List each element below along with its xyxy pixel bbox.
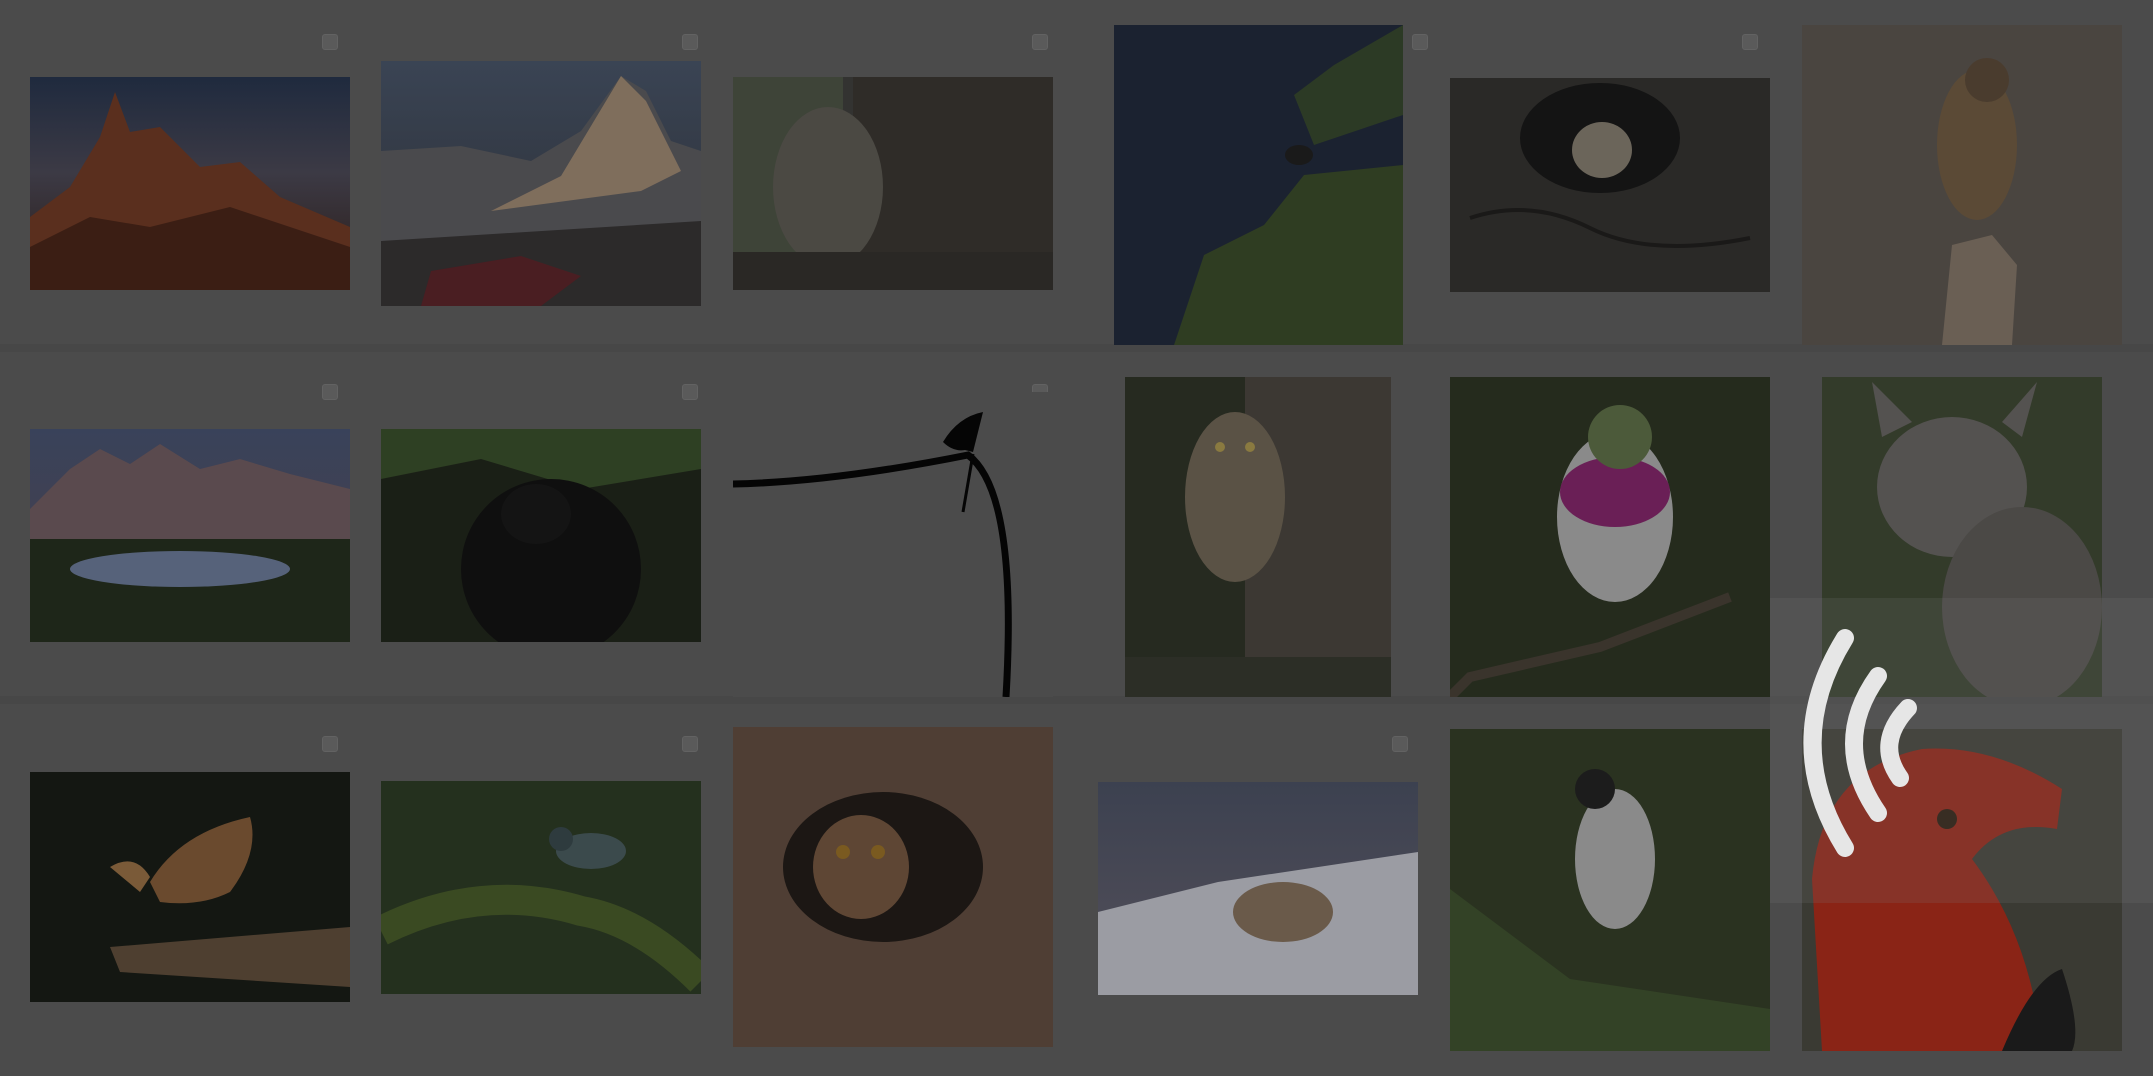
gallery-cell-13[interactable] (0, 704, 362, 1076)
photo-hummingbird[interactable] (1450, 377, 1770, 697)
gallery-cell-11[interactable] (1442, 352, 1802, 697)
gallery-cell-6[interactable] (1802, 0, 2153, 345)
select-checkbox[interactable] (1742, 34, 1758, 50)
gallery-cell-8[interactable] (362, 352, 722, 696)
select-checkbox[interactable] (1032, 34, 1048, 50)
select-checkbox[interactable] (322, 384, 338, 400)
photo-bird-spreading-wings[interactable] (30, 772, 350, 1002)
photo-bird-on-conifer[interactable] (1114, 25, 1403, 345)
photo-black-bear[interactable] (381, 429, 701, 642)
select-checkbox[interactable] (322, 736, 338, 752)
select-checkbox[interactable] (322, 34, 338, 50)
cast-signal-icon[interactable] (1770, 628, 1920, 858)
select-checkbox[interactable] (682, 736, 698, 752)
photo-warbler-on-pine[interactable] (1450, 729, 1770, 1051)
gallery-cell-5[interactable] (1442, 0, 1802, 344)
photo-screech-owl[interactable] (1125, 377, 1391, 697)
photo-rocky-peak[interactable] (381, 61, 701, 306)
photo-owl-in-bark-cavity[interactable] (733, 727, 1053, 1047)
gallery-cell-16[interactable] (1082, 704, 1442, 1076)
photo-owl-in-tree-hole[interactable] (1450, 78, 1770, 292)
gallery-cell-7[interactable] (0, 352, 362, 696)
photo-animal-in-snow[interactable] (1098, 782, 1418, 995)
photo-mountain-sunset[interactable] (30, 77, 350, 290)
photo-bird-on-mossy-branch[interactable] (381, 781, 701, 994)
photo-bird-silhouette-on-branch[interactable] (733, 392, 1053, 697)
gallery-cell-3[interactable] (722, 0, 1082, 344)
gallery-cell-10[interactable] (1082, 352, 1442, 697)
select-checkbox[interactable] (682, 34, 698, 50)
photo-falcon-on-stump[interactable] (1802, 25, 2122, 345)
select-checkbox[interactable] (1392, 736, 1408, 752)
photo-gallery (0, 0, 2153, 1076)
photo-owl-on-trunk[interactable] (733, 77, 1053, 290)
select-checkbox[interactable] (1412, 34, 1428, 50)
gallery-cell-14[interactable] (362, 704, 722, 1076)
gallery-cell-1[interactable] (0, 0, 362, 344)
gallery-cell-2[interactable] (362, 0, 722, 344)
gallery-cell-17[interactable] (1442, 704, 1802, 1076)
gallery-cell-9[interactable] (722, 352, 1082, 697)
gallery-cell-4[interactable] (1082, 0, 1442, 345)
photo-mountain-lake[interactable] (30, 429, 350, 642)
gallery-cell-15[interactable] (722, 704, 1082, 1076)
select-checkbox[interactable] (682, 384, 698, 400)
